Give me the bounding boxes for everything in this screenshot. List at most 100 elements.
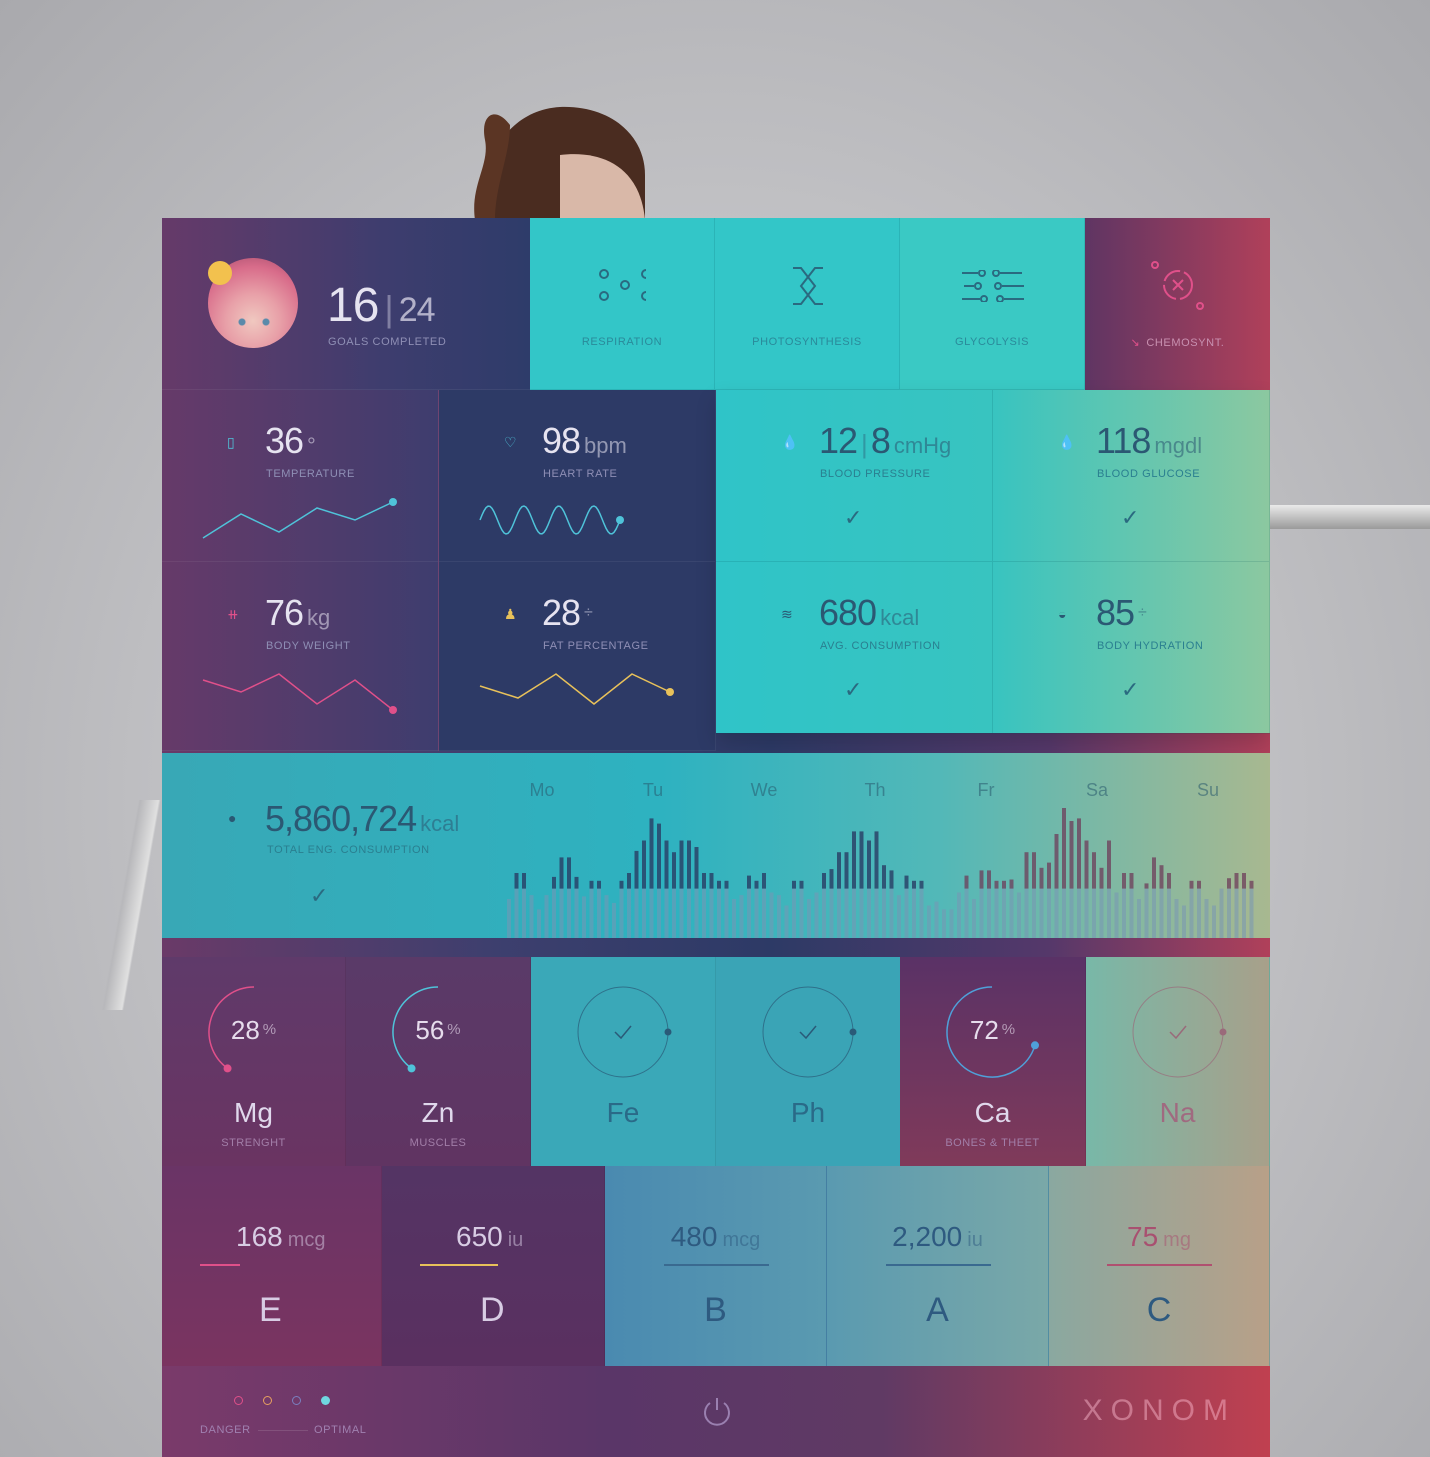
mineral-card-ph[interactable]: Ph	[716, 957, 901, 1166]
tab-respiration[interactable]: RESPIRATION	[530, 218, 715, 390]
bar	[627, 873, 631, 889]
vitamin-value-row: 650 iu	[419, 1221, 604, 1253]
vital-unit: mgdl	[1154, 433, 1203, 458]
vital-unit: bpm	[584, 433, 627, 458]
bar	[919, 880, 924, 889]
vital-card-fat-percentage[interactable]: ♟ 28 ÷ FAT PERCENTAGE	[439, 562, 716, 751]
mineral-symbol: Ph	[790, 1097, 826, 1128]
bar	[1242, 873, 1246, 889]
vital-unit: °	[307, 433, 316, 458]
bar	[1002, 880, 1006, 889]
mineral-card-mg[interactable]: 28% Mg STRENGHT	[162, 957, 346, 1166]
bar-light	[679, 888, 684, 938]
vital-unit: cmHg	[893, 433, 952, 458]
vitamin-value-row: 2,200 iu	[827, 1221, 1048, 1253]
vital-card-heart-rate[interactable]: ♡ 98 bpm HEART RATE	[439, 390, 716, 562]
legend-dot-warning	[263, 1396, 272, 1405]
bar	[792, 880, 796, 889]
bar	[634, 850, 639, 889]
bar	[829, 869, 834, 889]
bar-light	[544, 895, 549, 938]
bar-light	[589, 888, 594, 938]
background-photo-woman	[474, 106, 645, 220]
vital-card-body-hydration[interactable]: ◒ 85 ÷ BODY HYDRATION ✓	[993, 562, 1270, 734]
tab-photosynthesis[interactable]: PHOTOSYNTHESIS	[715, 218, 900, 390]
mineral-card-na[interactable]: Na	[1086, 957, 1270, 1166]
mineral-value-row: 72%	[900, 1015, 1085, 1046]
power-icon[interactable]	[702, 1396, 732, 1428]
vital-value: 12	[819, 420, 858, 461]
vital-card-body-weight[interactable]: ⧺ 76 kg BODY WEIGHT	[162, 562, 439, 751]
progress-ring	[577, 986, 669, 1078]
bar	[867, 840, 871, 889]
bar-light	[1039, 888, 1044, 938]
tab-label: RESPIRATION	[581, 336, 663, 348]
vital-card-avg-consumption[interactable]: ≋ 680 kcal AVG. CONSUMPTION ✓	[716, 562, 993, 734]
bar-light	[754, 888, 759, 938]
bar-light	[567, 888, 571, 938]
bar-light	[1159, 888, 1164, 938]
bar	[589, 880, 594, 889]
bar-light	[529, 895, 534, 938]
vital-value: 118	[1096, 420, 1151, 461]
bar-light	[987, 888, 991, 938]
bar	[979, 870, 984, 889]
progress-dot	[849, 1028, 857, 1036]
vital-card-temperature[interactable]: ▯ 36 ° TEMPERATURE	[162, 390, 439, 562]
vitamin-card-c[interactable]: 75 mg C	[1049, 1166, 1270, 1366]
sliders-icon	[962, 270, 1024, 302]
bar-light	[582, 896, 586, 938]
bar	[567, 857, 571, 889]
bar-light	[927, 905, 931, 938]
mineral-card-ca[interactable]: 72% Ca BONES & THEET	[900, 957, 1086, 1166]
bar-light	[867, 888, 871, 938]
respiration-dots-icon	[599, 269, 647, 301]
bar	[514, 873, 519, 889]
mineral-card-fe[interactable]: Fe	[531, 957, 716, 1166]
day-label: Mo	[529, 780, 554, 800]
tab-chemosynt[interactable]: ↘ CHEMOSYNT.	[1085, 218, 1270, 390]
bar-light	[1242, 888, 1246, 938]
vitamin-letter: A	[926, 1291, 949, 1329]
vitamin-level-bar	[200, 1264, 240, 1266]
vital-card-blood-pressure[interactable]: 💧 12 | 8 cmHg BLOOD PRESSURE ✓	[716, 390, 993, 562]
person-icon: ♟	[504, 606, 517, 622]
background-chair-leg	[98, 800, 162, 1010]
vitamin-card-a[interactable]: 2,200 iu A	[827, 1166, 1049, 1366]
vitamin-value: 480	[670, 1221, 718, 1252]
bar	[657, 823, 661, 889]
mineral-card-zn[interactable]: 56% Zn MUSCLES	[346, 957, 531, 1166]
vital-value: 28	[542, 592, 581, 633]
bar-light	[942, 909, 946, 938]
bar	[702, 873, 706, 889]
vitamin-card-e[interactable]: 168 mcg E	[162, 1166, 382, 1366]
dna-cross-icon	[793, 267, 823, 305]
bar-light	[627, 888, 631, 938]
bar-light	[559, 888, 564, 938]
bar	[1144, 883, 1149, 889]
vital-card-blood-glucose[interactable]: 💧 118 mgdl BLOOD GLUCOSE ✓	[993, 390, 1270, 562]
thermometer-icon: ▯	[227, 434, 235, 450]
bar-light	[949, 909, 954, 938]
bar-light	[852, 888, 856, 938]
mineral-gauge	[762, 986, 857, 1078]
vitamin-level-bar	[663, 1264, 769, 1266]
total-label: TOTAL ENG. CONSUMPTION	[267, 844, 430, 856]
vitamin-unit: mg	[1163, 1229, 1191, 1251]
bar	[762, 873, 766, 889]
bar	[1069, 821, 1074, 889]
day-label: Th	[864, 780, 885, 800]
bar	[1054, 834, 1059, 889]
bar-light	[1197, 888, 1201, 938]
tab-glycolysis[interactable]: GLYCOLYSIS	[900, 218, 1085, 390]
bar-light	[874, 888, 879, 938]
bar	[1009, 879, 1014, 889]
bar-light	[702, 888, 706, 938]
bar	[882, 865, 886, 889]
bar-light	[649, 888, 654, 938]
background-table	[1270, 505, 1430, 529]
vital-value-2: 8	[870, 420, 891, 461]
vitamin-card-d[interactable]: 650 iu D	[382, 1166, 605, 1366]
bar-light	[1047, 888, 1051, 938]
vitamin-card-b[interactable]: 480 mcg B	[605, 1166, 827, 1366]
